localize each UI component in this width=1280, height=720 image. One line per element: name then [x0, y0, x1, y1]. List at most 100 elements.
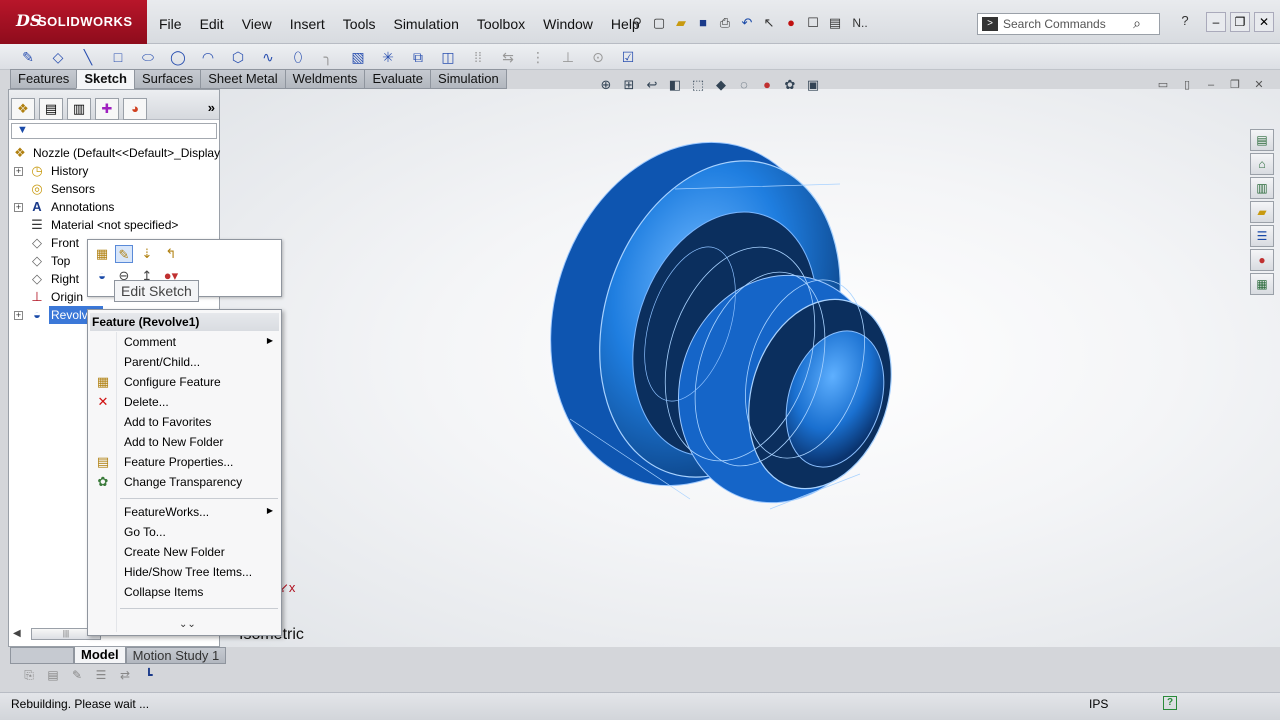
slot-icon[interactable]: ⬭: [138, 47, 158, 67]
tree-item-sensors[interactable]: ◎ Sensors: [9, 180, 219, 198]
suppress-icon[interactable]: ◒: [93, 267, 111, 285]
point-icon[interactable]: ✳: [378, 47, 398, 67]
edit-icon[interactable]: ✎: [68, 666, 86, 684]
menu-item-featureworks[interactable]: FeatureWorks... ▶: [90, 502, 279, 522]
rapid-sketch-icon[interactable]: ☑: [618, 47, 638, 67]
scroll-left-icon[interactable]: ◀: [13, 628, 21, 639]
tab-model[interactable]: Model: [74, 647, 126, 664]
expand-tabs-icon[interactable]: »: [208, 100, 215, 115]
menu-item-delete[interactable]: ✕ Delete...: [90, 392, 279, 412]
menu-item-feature-properties[interactable]: ▤ Feature Properties...: [90, 452, 279, 472]
close-button[interactable]: ✕: [1254, 12, 1274, 32]
tab-motion-study-1[interactable]: Motion Study 1: [125, 647, 227, 664]
solidworks-logo[interactable]: DS SOLIDWORKS: [0, 0, 147, 44]
plane-icon[interactable]: ▧: [348, 47, 368, 67]
menu-item-configure-feature[interactable]: ▦ Configure Feature: [90, 372, 279, 392]
dimxpert-manager-tab-icon[interactable]: ✚: [95, 98, 119, 120]
edit-sketch-icon[interactable]: ✎: [115, 245, 133, 263]
menu-item-go-to[interactable]: Go To...: [90, 522, 279, 542]
menu-window[interactable]: Window: [534, 14, 602, 34]
rollback-icon[interactable]: ⇣: [138, 245, 156, 263]
menu-item-change-transparency[interactable]: ✿ Change Transparency: [90, 472, 279, 492]
menu-view[interactable]: View: [233, 14, 281, 34]
fillet-icon[interactable]: ╮: [318, 47, 338, 67]
quick-tips-help-icon[interactable]: ?: [1163, 696, 1177, 710]
new-document-icon[interactable]: ▢: [650, 14, 668, 32]
menu-insert[interactable]: Insert: [281, 14, 334, 34]
menu-item-collapse-items[interactable]: Collapse Items: [90, 582, 279, 602]
solidworks-resources-icon[interactable]: ▤: [1250, 129, 1274, 151]
menu-tools[interactable]: Tools: [334, 14, 385, 34]
file-explorer-icon[interactable]: ▰: [1250, 201, 1274, 223]
line-icon[interactable]: ╲: [78, 47, 98, 67]
polygon-icon[interactable]: ⬡: [228, 47, 248, 67]
mirror-icon[interactable]: ⋮: [528, 47, 548, 67]
select-arrow-icon[interactable]: ↖: [760, 14, 778, 32]
pin-icon[interactable]: ⚲: [628, 14, 646, 32]
move-entities-icon[interactable]: ⇆: [498, 47, 518, 67]
open-folder-icon[interactable]: ▰: [672, 14, 690, 32]
menu-file[interactable]: File: [150, 14, 191, 34]
search-icon[interactable]: ⌕: [1133, 15, 1141, 32]
search-commands-box[interactable]: > Search Commands ⌕: [977, 13, 1160, 35]
tree-root[interactable]: ❖ Nozzle (Default<<Default>_Display: [9, 144, 220, 162]
home-icon[interactable]: ⌂: [1250, 153, 1274, 175]
edit-feature-icon[interactable]: ▦: [93, 245, 111, 263]
menu-item-parent-child[interactable]: Parent/Child...: [90, 352, 279, 372]
rectangle-icon[interactable]: □: [108, 47, 128, 67]
undo-icon[interactable]: ↶: [738, 14, 756, 32]
repair-sketch-icon[interactable]: ⊙: [588, 47, 608, 67]
menu-toolbox[interactable]: Toolbox: [468, 14, 534, 34]
calculator-icon[interactable]: ⎘: [20, 666, 38, 684]
expand-menu-chevron-icon[interactable]: ⌄⌄: [179, 619, 196, 630]
property-manager-tab-icon[interactable]: ▤: [39, 98, 63, 120]
restore-button[interactable]: ❐: [1230, 12, 1250, 32]
tab-sketch[interactable]: Sketch: [76, 69, 134, 89]
menu-item-add-to-favorites[interactable]: Add to Favorites: [90, 412, 279, 432]
tab-sheet-metal[interactable]: Sheet Metal: [200, 69, 285, 89]
minimize-button[interactable]: –: [1206, 12, 1226, 32]
tab-features[interactable]: Features: [10, 69, 77, 89]
display-manager-tab-icon[interactable]: ◕: [123, 98, 147, 120]
menu-right-overflow[interactable]: N..: [848, 14, 872, 32]
save-icon[interactable]: ■: [694, 14, 712, 32]
feature-tree-filter[interactable]: ▼: [11, 123, 217, 139]
linear-pattern-icon[interactable]: ⁞⁞: [468, 47, 488, 67]
list-icon[interactable]: ☰: [92, 666, 110, 684]
menu-item-add-to-new-folder[interactable]: Add to New Folder: [90, 432, 279, 452]
custom-properties-icon[interactable]: ▦: [1250, 273, 1274, 295]
tab-simulation[interactable]: Simulation: [430, 69, 507, 89]
go-back-icon[interactable]: ↰: [162, 245, 180, 263]
appearances-icon[interactable]: ●: [1250, 249, 1274, 271]
sketch-icon[interactable]: ✎: [18, 47, 38, 67]
unit-system[interactable]: IPS: [1089, 697, 1108, 711]
tree-item-history[interactable]: + ◷ History: [9, 162, 219, 180]
offset-entities-icon[interactable]: ◫: [438, 47, 458, 67]
tab-evaluate[interactable]: Evaluate: [364, 69, 431, 89]
relations-icon[interactable]: ⊥: [558, 47, 578, 67]
help-icon[interactable]: ?: [1176, 12, 1194, 30]
file-properties-icon[interactable]: ☐: [804, 14, 822, 32]
options-icon[interactable]: ▤: [826, 14, 844, 32]
view-palette-icon[interactable]: ☰: [1250, 225, 1274, 247]
search-input[interactable]: Search Commands: [1003, 17, 1106, 31]
convert-entities-icon[interactable]: ⧉: [408, 47, 428, 67]
smart-dimension-icon[interactable]: ◇: [48, 47, 68, 67]
layers-icon[interactable]: ▤: [44, 666, 62, 684]
tab-weldments[interactable]: Weldments: [284, 69, 365, 89]
graphics-area[interactable]: ⊕ ⊞ ↩ ◧ ⬚ ◆ ◌ ● ✿ ▣ ▭ ▯ – ❐ ✕ ▤ ⌂ ▥ ▰ ☰ …: [220, 77, 1280, 647]
menu-item-create-new-folder[interactable]: Create New Folder: [90, 542, 279, 562]
feature-manager-tab-icon[interactable]: ❖: [11, 98, 35, 120]
circle-icon[interactable]: ◯: [168, 47, 188, 67]
arc-icon[interactable]: ◠: [198, 47, 218, 67]
expand-icon[interactable]: +: [14, 203, 23, 212]
expand-icon[interactable]: +: [14, 167, 23, 176]
tab-surfaces[interactable]: Surfaces: [133, 69, 201, 89]
menu-item-hide-show-tree-items[interactable]: Hide/Show Tree Items...: [90, 562, 279, 582]
menu-edit[interactable]: Edit: [191, 14, 233, 34]
menu-item-comment[interactable]: Comment ▶: [90, 332, 279, 352]
expand-icon[interactable]: +: [14, 311, 23, 320]
chart-icon[interactable]: ┗: [140, 666, 158, 684]
configuration-manager-tab-icon[interactable]: ▥: [67, 98, 91, 120]
spline-icon[interactable]: ∿: [258, 47, 278, 67]
